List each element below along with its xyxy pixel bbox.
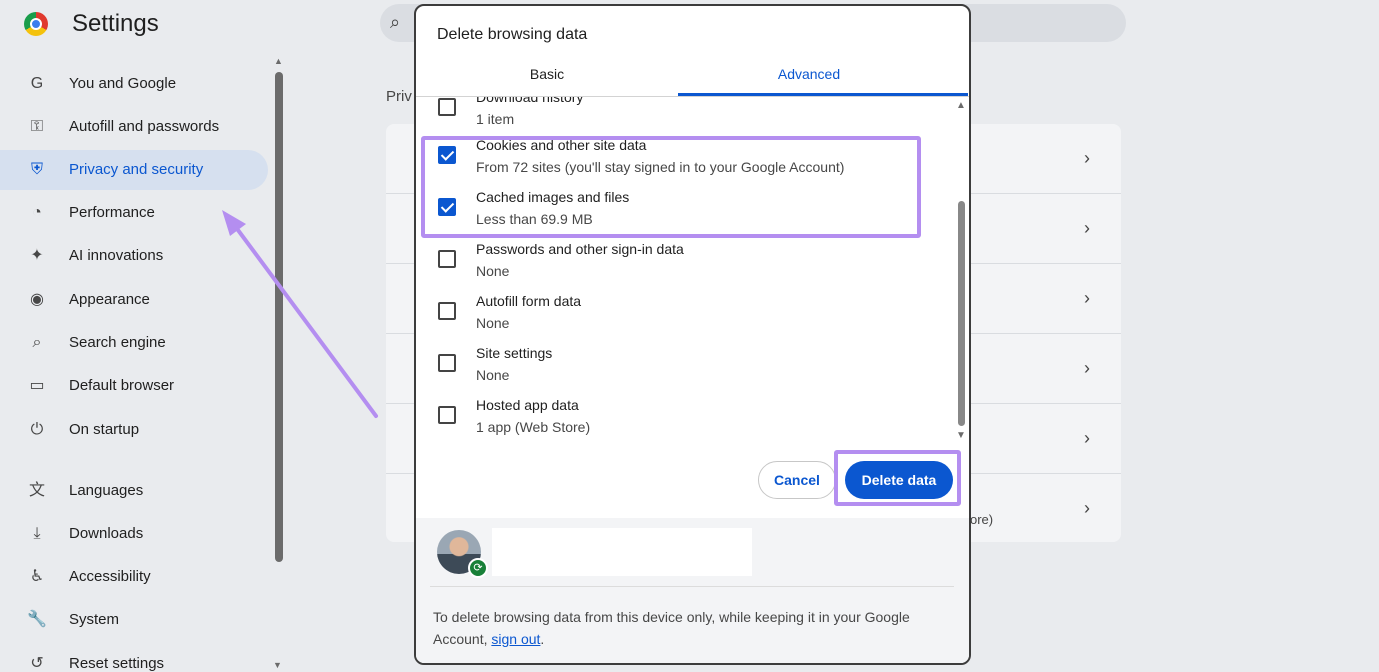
chevron-right-icon[interactable]: › (1084, 148, 1090, 169)
sidebar-item-system[interactable]: 🔧 System (0, 600, 268, 640)
translate-icon: 文 (28, 482, 45, 499)
scroll-up-arrow-icon[interactable]: ▲ (274, 56, 283, 66)
footer-end: . (540, 631, 545, 647)
chevron-right-icon[interactable]: › (1084, 428, 1090, 449)
sidebar-item-label: System (69, 611, 120, 628)
option-title: Passwords and other sign-in data (476, 241, 684, 257)
annotation-highlight-box (834, 450, 961, 506)
sidebar-item-label: Downloads (69, 525, 144, 542)
reset-icon: ↺ (30, 655, 44, 672)
dialog-scrollbar-thumb[interactable] (958, 201, 965, 426)
sidebar-item-privacy-and-security[interactable]: ⛨ Privacy and security (0, 150, 268, 190)
scroll-down-arrow-icon[interactable]: ▼ (273, 660, 282, 670)
power-icon: ⏻ (30, 421, 44, 438)
checkbox[interactable] (438, 406, 456, 424)
section-label: Priv (386, 88, 412, 105)
tab-basic[interactable]: Basic (416, 66, 678, 96)
sidebar-item-search-engine[interactable]: ⌕ Search engine (0, 323, 268, 363)
footer-note: To delete browsing data from this device… (433, 606, 943, 650)
sparkle-icon: ✦ (30, 247, 44, 264)
chevron-right-icon[interactable]: › (1084, 288, 1090, 309)
accessibility-icon: ♿ (29, 568, 45, 585)
sidebar-item-label: Default browser (69, 377, 175, 394)
option-title: Site settings (476, 345, 553, 361)
scroll-down-arrow-icon[interactable]: ▼ (956, 430, 966, 441)
sidebar-item-accessibility[interactable]: ♿ Accessibility (0, 557, 268, 597)
option-autofill-form-data[interactable]: Autofill form data None (416, 293, 956, 345)
sidebar-item-label: Appearance (69, 291, 150, 308)
sidebar-item-performance[interactable]: ◔ Performance (0, 193, 268, 233)
option-hosted-app-data[interactable]: Hosted app data 1 app (Web Store) (416, 397, 956, 449)
sidebar-item-default-browser[interactable]: ▭ Default browser (0, 366, 268, 406)
checkbox[interactable] (438, 302, 456, 320)
sidebar-item-label: Reset settings (69, 655, 165, 672)
sidebar-item-ai-innovations[interactable]: ✦ AI innovations (0, 236, 268, 276)
divider (430, 586, 954, 587)
page-title: Settings (72, 10, 159, 37)
sidebar-item-label: Performance (69, 204, 155, 221)
sidebar-item-label: Privacy and security (69, 161, 204, 178)
option-title: Hosted app data (476, 397, 579, 413)
speedometer-icon: ◔ (32, 204, 42, 221)
sidebar-item-label: Search engine (69, 334, 166, 351)
option-subtitle: None (476, 263, 510, 279)
checkbox[interactable] (438, 250, 456, 268)
sidebar-item-autofill-and-passwords[interactable]: ⚿ Autofill and passwords (0, 107, 268, 147)
annotation-highlight-box (421, 136, 921, 238)
sidebar-item-on-startup[interactable]: ⏻ On startup (0, 410, 268, 450)
chevron-right-icon[interactable]: › (1084, 358, 1090, 379)
sidebar-item-reset-settings[interactable]: ↺ Reset settings (0, 644, 268, 672)
checkbox[interactable] (438, 354, 456, 372)
sidebar-item-label: Accessibility (69, 568, 151, 585)
option-download-history[interactable]: Download history 1 item (416, 97, 956, 141)
google-g-icon: G (30, 75, 44, 92)
delete-browsing-data-dialog: Delete browsing data Basic Advanced Down… (414, 4, 971, 665)
dialog-title: Delete browsing data (437, 26, 588, 43)
chrome-logo-icon (24, 12, 48, 36)
search-icon: ⌕ (32, 334, 42, 351)
option-title: Download history (476, 97, 584, 105)
sidebar-item-label: You and Google (69, 75, 177, 92)
sidebar-scrollbar[interactable] (275, 72, 283, 562)
option-subtitle: 1 item (476, 111, 515, 127)
sync-icon: ⟳ (468, 558, 488, 578)
sign-out-link[interactable]: sign out (491, 631, 540, 647)
sidebar-item-you-and-google[interactable]: G You and Google (0, 64, 268, 104)
download-icon: ⤓ (33, 525, 41, 542)
sidebar-item-label: Languages (69, 482, 144, 499)
chevron-right-icon[interactable]: › (1084, 218, 1090, 239)
sidebar-item-label: On startup (69, 421, 140, 438)
chevron-right-icon[interactable]: › (1084, 498, 1090, 519)
sidebar-item-downloads[interactable]: ⤓ Downloads (0, 514, 268, 554)
option-subtitle: 1 app (Web Store) (476, 419, 591, 435)
key-icon: ⚿ (30, 118, 44, 135)
option-title: Autofill form data (476, 293, 582, 309)
cancel-button[interactable]: Cancel (758, 461, 836, 499)
shield-icon: ⛨ (30, 161, 43, 178)
sidebar-item-languages[interactable]: 文 Languages (0, 471, 268, 511)
search-icon: ⌕ (390, 12, 401, 32)
option-subtitle: None (476, 315, 510, 331)
row-subtitle-fragment: ore) (970, 512, 994, 527)
account-info-redacted (492, 528, 752, 576)
checkbox[interactable] (438, 98, 456, 116)
dialog-footer: ⟳ To delete browsing data from this devi… (416, 518, 969, 663)
palette-icon: ◉ (30, 291, 44, 308)
browser-window-icon: ▭ (29, 377, 45, 394)
tab-advanced[interactable]: Advanced (678, 66, 940, 96)
sidebar-item-appearance[interactable]: ◉ Appearance (0, 280, 268, 320)
option-passwords-and-other-sign-in-data[interactable]: Passwords and other sign-in data None (416, 241, 956, 293)
option-site-settings[interactable]: Site settings None (416, 345, 956, 397)
wrench-icon: 🔧 (27, 611, 47, 628)
sidebar-item-label: AI innovations (69, 247, 164, 264)
option-subtitle: None (476, 367, 510, 383)
sidebar-item-label: Autofill and passwords (69, 118, 220, 135)
scroll-up-arrow-icon[interactable]: ▲ (956, 100, 966, 111)
